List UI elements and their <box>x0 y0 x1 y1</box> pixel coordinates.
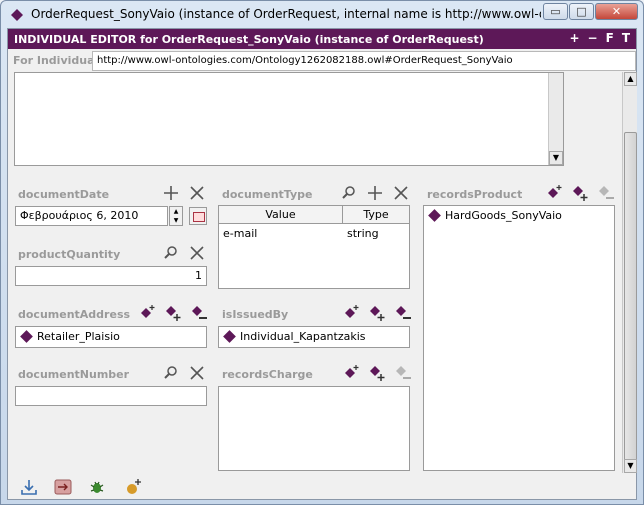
slot-name-documentDate: documentDate <box>18 188 110 201</box>
column-header-value[interactable]: Value <box>219 206 343 224</box>
header-f-button[interactable]: F <box>606 31 614 45</box>
slot-name-isIssuedBy: isIssuedBy <box>222 308 289 321</box>
recordsProduct-list[interactable]: HardGoods_SonyVaio <box>423 205 615 471</box>
add-existing-icon[interactable] <box>164 304 182 322</box>
remove-value-icon <box>599 186 614 199</box>
comment-textarea[interactable]: ▼ <box>14 72 564 166</box>
header-add-button[interactable]: + <box>569 31 579 45</box>
search-icon[interactable] <box>162 364 180 382</box>
productQuantity-field[interactable]: 1 <box>15 266 207 286</box>
table-cell-value[interactable]: e-mail <box>219 226 343 242</box>
slot-documentAddressee: documentAddressee <box>18 305 213 328</box>
create-instance-icon[interactable] <box>545 184 563 202</box>
search-icon[interactable] <box>162 244 180 262</box>
remove-icon[interactable] <box>392 184 410 202</box>
list-item[interactable]: Retailer_Plaisio <box>16 327 206 345</box>
scroll-down-arrow-icon[interactable]: ▼ <box>624 459 637 473</box>
header-t-button[interactable]: T <box>622 31 630 45</box>
list-item-label: Individual_Kapantzakis <box>240 329 366 343</box>
search-icon[interactable] <box>340 184 358 202</box>
slot-name-recordsProduct: recordsProduct <box>427 188 523 201</box>
for-individual-label: For Individual: <box>13 54 103 67</box>
maximize-button[interactable]: □ <box>569 3 594 20</box>
recordsCharge-list[interactable] <box>218 386 410 471</box>
title-bar[interactable]: OrderRequest_SonyVaio (instance of Order… <box>1 1 643 28</box>
import-icon[interactable] <box>20 478 38 496</box>
slot-name-documentAddressee: documentAddressee <box>18 308 130 321</box>
scrollbar-thumb[interactable] <box>624 132 637 462</box>
add-existing-icon[interactable] <box>368 304 386 322</box>
protege-window: OrderRequest_SonyVaio (instance of Order… <box>0 0 644 505</box>
create-instance-icon[interactable] <box>342 304 360 322</box>
add-existing-icon[interactable] <box>571 184 589 202</box>
scroll-down-arrow-icon[interactable]: ▼ <box>549 151 563 165</box>
scroll-up-arrow-icon[interactable]: ▲ <box>624 72 637 86</box>
add-existing-icon[interactable] <box>368 364 386 382</box>
editor-header: INDIVIDUAL EDITOR for OrderRequest_SonyV… <box>8 29 636 49</box>
for-individual-row: For Individual: http://www.owl-ontologie… <box>8 50 636 72</box>
close-button[interactable]: ✕ <box>595 3 638 20</box>
documentType-table[interactable]: Value Type e-mail string <box>218 205 410 289</box>
documentAddressee-list[interactable]: Retailer_Plaisio <box>15 326 207 348</box>
list-item[interactable]: HardGoods_SonyVaio <box>424 206 614 224</box>
remove-icon[interactable] <box>188 244 206 262</box>
list-item-label: HardGoods_SonyVaio <box>445 208 562 222</box>
individual-diamond-icon <box>428 208 441 222</box>
slots-panel: ▼ documentDate Φεβρουάριος 6, 2010 ▲ ▼ pr… <box>8 72 622 472</box>
editor-header-title: INDIVIDUAL EDITOR for OrderRequest_SonyV… <box>14 32 484 46</box>
list-item[interactable]: Individual_Kapantzakis <box>219 327 409 345</box>
isIssuedBy-list[interactable]: Individual_Kapantzakis <box>218 326 410 348</box>
remove-icon[interactable] <box>188 364 206 382</box>
add-icon[interactable] <box>162 184 180 202</box>
bottom-toolbar <box>8 474 636 500</box>
individual-diamond-icon <box>223 329 236 343</box>
remove-value-icon <box>396 366 411 379</box>
create-instance-icon[interactable] <box>342 364 360 382</box>
individual-uri-field[interactable]: http://www.owl-ontologies.com/Ontology12… <box>92 51 636 71</box>
bug-icon[interactable] <box>88 478 106 496</box>
calendar-icon[interactable] <box>189 207 207 225</box>
remove-value-icon[interactable] <box>190 304 208 322</box>
slot-name-documentNumber: documentNumber <box>18 368 130 381</box>
column-header-type[interactable]: Type <box>343 206 409 224</box>
new-instance-icon[interactable] <box>124 478 142 496</box>
editor-client: INDIVIDUAL EDITOR for OrderRequest_SonyV… <box>7 28 637 500</box>
slot-name-recordsCharge: recordsCharge <box>222 368 313 381</box>
list-item-label: Retailer_Plaisio <box>37 329 120 343</box>
slot-recordsCharge: recordsCharge <box>222 365 417 388</box>
slot-name-documentType: documentType <box>222 188 313 201</box>
table-cell-type[interactable]: string <box>343 226 409 242</box>
add-icon[interactable] <box>366 184 384 202</box>
comment-scrollbar[interactable]: ▼ <box>548 73 563 165</box>
remove-value-icon[interactable] <box>394 304 412 322</box>
slot-isIssuedBy: isIssuedBy <box>222 305 417 328</box>
minimize-button[interactable]: ▭ <box>543 3 568 20</box>
documentDate-field[interactable]: Φεβρουάριος 6, 2010 <box>15 206 168 226</box>
window-title: OrderRequest_SonyVaio (instance of Order… <box>31 7 541 21</box>
remove-icon[interactable] <box>188 184 206 202</box>
slot-name-productQuantity: productQuantity <box>18 248 121 261</box>
create-instance-icon[interactable] <box>138 304 156 322</box>
arrow-icon[interactable] <box>54 478 72 496</box>
individual-diamond-icon <box>11 9 23 21</box>
header-remove-button[interactable]: − <box>588 31 598 45</box>
slot-productQuantity: productQuantity <box>18 246 213 268</box>
documentNumber-field[interactable] <box>15 386 207 406</box>
individual-diamond-icon <box>20 329 33 343</box>
panel-scrollbar[interactable]: ▲ ▼ <box>622 72 637 473</box>
date-spinner[interactable]: ▲ ▼ <box>169 206 183 226</box>
slot-documentNumber: documentNumber <box>18 366 213 388</box>
